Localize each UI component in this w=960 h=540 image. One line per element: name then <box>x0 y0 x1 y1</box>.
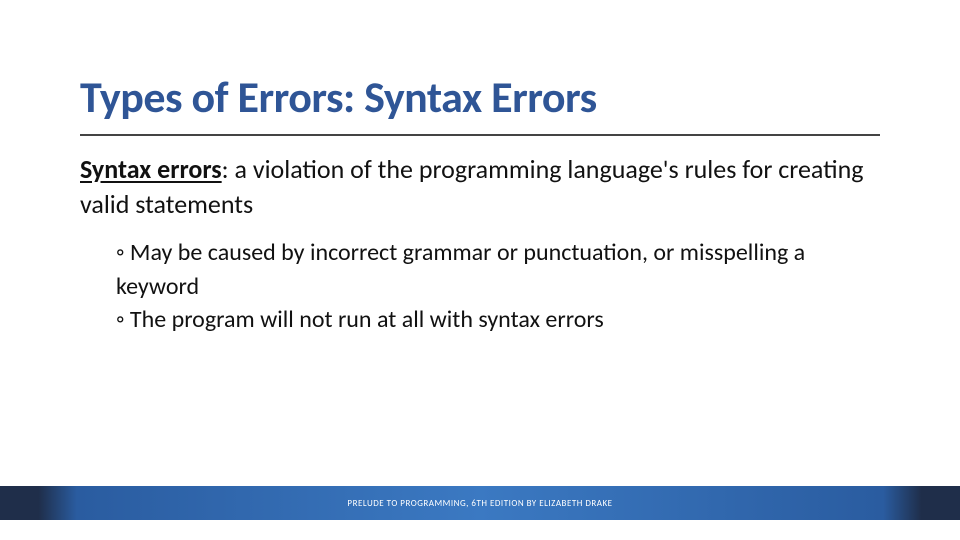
title-divider <box>80 134 880 136</box>
list-item: The program will not run at all with syn… <box>116 303 880 337</box>
slide-title: Types of Errors: Syntax Errors <box>80 70 880 124</box>
term-label: Syntax errors <box>80 153 222 185</box>
content-area: Types of Errors: Syntax Errors Syntax er… <box>0 0 960 337</box>
footer-text: PRELUDE TO PROGRAMMING, 6TH EDITION BY E… <box>347 498 612 509</box>
footer-band: PRELUDE TO PROGRAMMING, 6TH EDITION BY E… <box>0 486 960 520</box>
list-item: May be caused by incorrect grammar or pu… <box>116 236 880 303</box>
definition-line: Syntax errors: a violation of the progra… <box>80 152 880 222</box>
bullet-list: May be caused by incorrect grammar or pu… <box>80 236 880 337</box>
slide: Types of Errors: Syntax Errors Syntax er… <box>0 0 960 540</box>
